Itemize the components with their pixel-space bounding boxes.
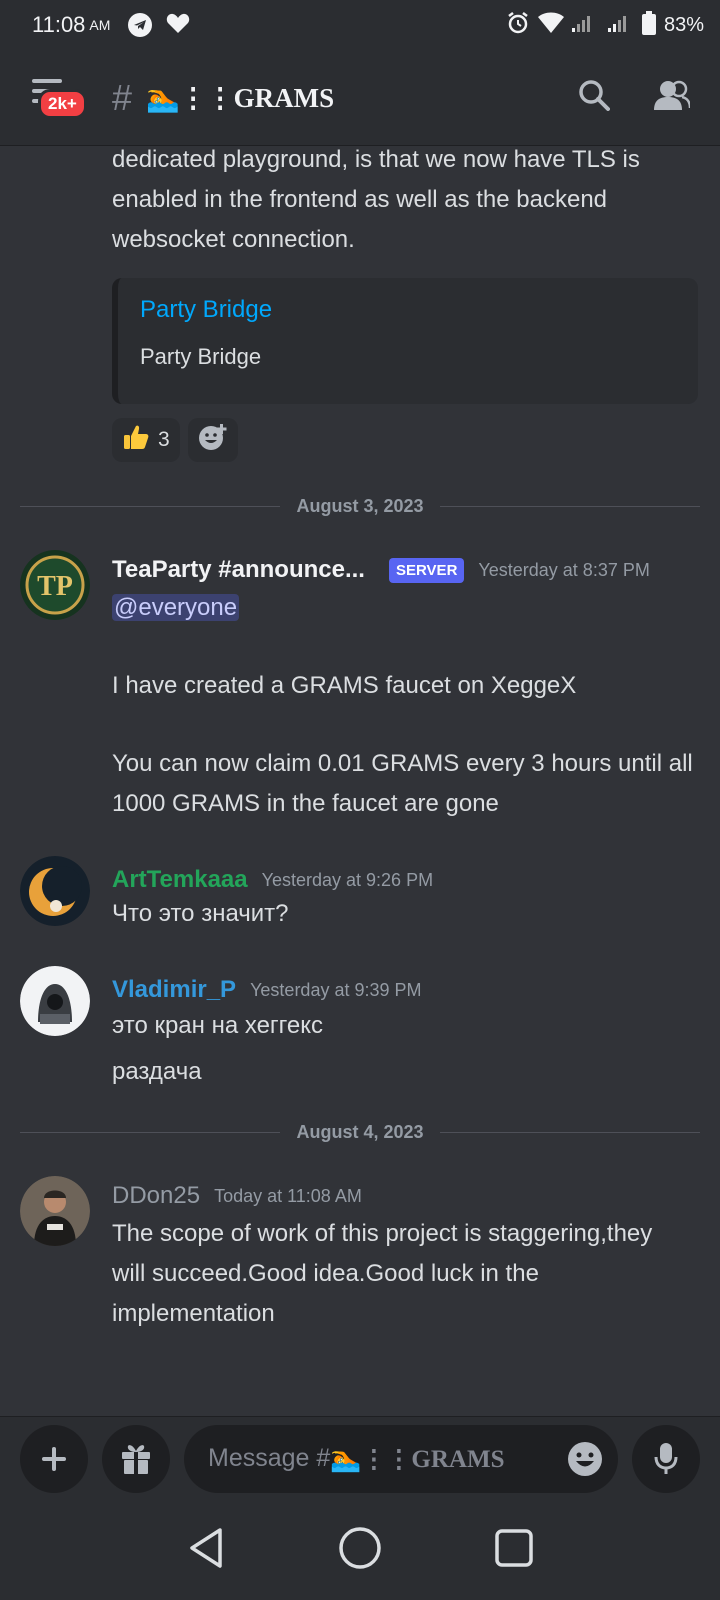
mention[interactable]: @everyone — [112, 594, 240, 621]
menu-button[interactable]: 2k+ — [20, 73, 87, 123]
message-timestamp: Yesterday at 9:39 PM — [250, 979, 422, 1000]
message-composer: Message # 🏊⋮⋮GRAMS — [0, 1416, 720, 1500]
date-divider-text: August 3, 2023 — [296, 495, 424, 516]
embed-description: Party Bridge — [140, 344, 262, 369]
recents-icon[interactable] — [494, 1528, 534, 1573]
chat-area[interactable]: dedicated playground, is that we now hav… — [0, 146, 720, 1416]
input-placeholder-channel: 🏊⋮⋮GRAMS — [330, 1445, 505, 1473]
channel-title[interactable]: 🏊⋮⋮GRAMS — [146, 82, 334, 114]
microphone-icon — [654, 1442, 678, 1474]
status-ampm: AM — [89, 17, 111, 33]
message-line: это кран на хеггекс — [112, 1012, 324, 1039]
message-timestamp: Yesterday at 9:26 PM — [261, 869, 434, 890]
message-line: Что это значит? — [112, 900, 289, 927]
message-content: @everyone I have created a GRAMS faucet … — [112, 588, 702, 824]
message-author[interactable]: TeaParty #announce... — [112, 556, 365, 584]
battery-icon — [641, 10, 656, 40]
avatar[interactable] — [20, 966, 90, 1036]
voice-button[interactable] — [632, 1424, 700, 1493]
reactions: 3 — [112, 418, 238, 462]
heart-icon — [166, 12, 190, 39]
status-bar: 11:08 AM 83% — [0, 0, 720, 50]
wifi-icon — [537, 12, 564, 39]
reaction-thumbs-up[interactable]: 3 — [112, 418, 180, 462]
reaction-count: 3 — [158, 428, 170, 451]
system-nav-bar — [0, 1500, 720, 1600]
unread-badge: 2k+ — [38, 88, 87, 119]
channel-header: 2k+ # 🏊⋮⋮GRAMS — [0, 50, 720, 146]
plus-icon — [42, 1446, 66, 1471]
avatar[interactable]: TP — [20, 550, 90, 620]
add-reaction-button[interactable] — [187, 418, 238, 462]
message-author[interactable]: Vladimir_P — [112, 976, 236, 1004]
svg-text:TP: TP — [37, 571, 73, 602]
gift-button[interactable] — [102, 1424, 170, 1493]
message-continued-text: dedicated playground, is that we now hav… — [112, 146, 640, 253]
home-icon[interactable] — [337, 1525, 383, 1576]
back-icon[interactable] — [186, 1526, 226, 1575]
battery-percent: 83% — [663, 13, 704, 36]
avatar[interactable] — [20, 1176, 90, 1246]
attach-button[interactable] — [20, 1424, 88, 1493]
members-icon[interactable] — [654, 80, 692, 115]
channel-hash-icon: # — [112, 76, 133, 118]
date-divider: August 4, 2023 — [20, 1120, 701, 1144]
server-tag: SERVER — [388, 557, 465, 583]
message-line: The scope of work of this project is sta… — [112, 1220, 653, 1327]
message-content: Что это значит? — [112, 894, 702, 934]
message-timestamp: Yesterday at 8:37 PM — [478, 559, 650, 580]
message-line: You can now claim 0.01 GRAMS every 3 hou… — [112, 750, 693, 817]
emoji-icon[interactable] — [566, 1440, 604, 1478]
embed-title[interactable]: Party Bridge — [140, 296, 698, 324]
signal-icon — [571, 13, 600, 38]
add-reaction-icon — [198, 422, 228, 458]
signal-icon-2 — [607, 13, 634, 38]
message-author[interactable]: ArtTemkaaa — [112, 866, 248, 894]
message-content: The scope of work of this project is sta… — [112, 1214, 672, 1334]
message-line: I have created a GRAMS faucet on XeggeX — [112, 672, 577, 699]
message-author[interactable]: DDon25 — [112, 1182, 200, 1210]
message-content: это кран на хеггекс раздача — [112, 1006, 702, 1092]
status-time: 11:08 — [32, 12, 86, 37]
gift-icon — [122, 1444, 150, 1474]
message-input[interactable]: Message # 🏊⋮⋮GRAMS — [184, 1424, 618, 1493]
date-divider: August 3, 2023 — [20, 494, 701, 518]
link-embed: Party Bridge Party Bridge — [112, 278, 698, 404]
alarm-icon — [506, 11, 530, 40]
date-divider-text: August 4, 2023 — [296, 1121, 424, 1142]
telegram-icon — [128, 13, 153, 37]
thumbs-up-icon — [122, 423, 150, 457]
avatar[interactable] — [20, 856, 90, 926]
message-timestamp: Today at 11:08 AM — [214, 1185, 362, 1206]
search-icon[interactable] — [578, 79, 610, 116]
message-line: раздача — [112, 1058, 202, 1085]
input-placeholder-prefix: Message # — [208, 1444, 331, 1472]
